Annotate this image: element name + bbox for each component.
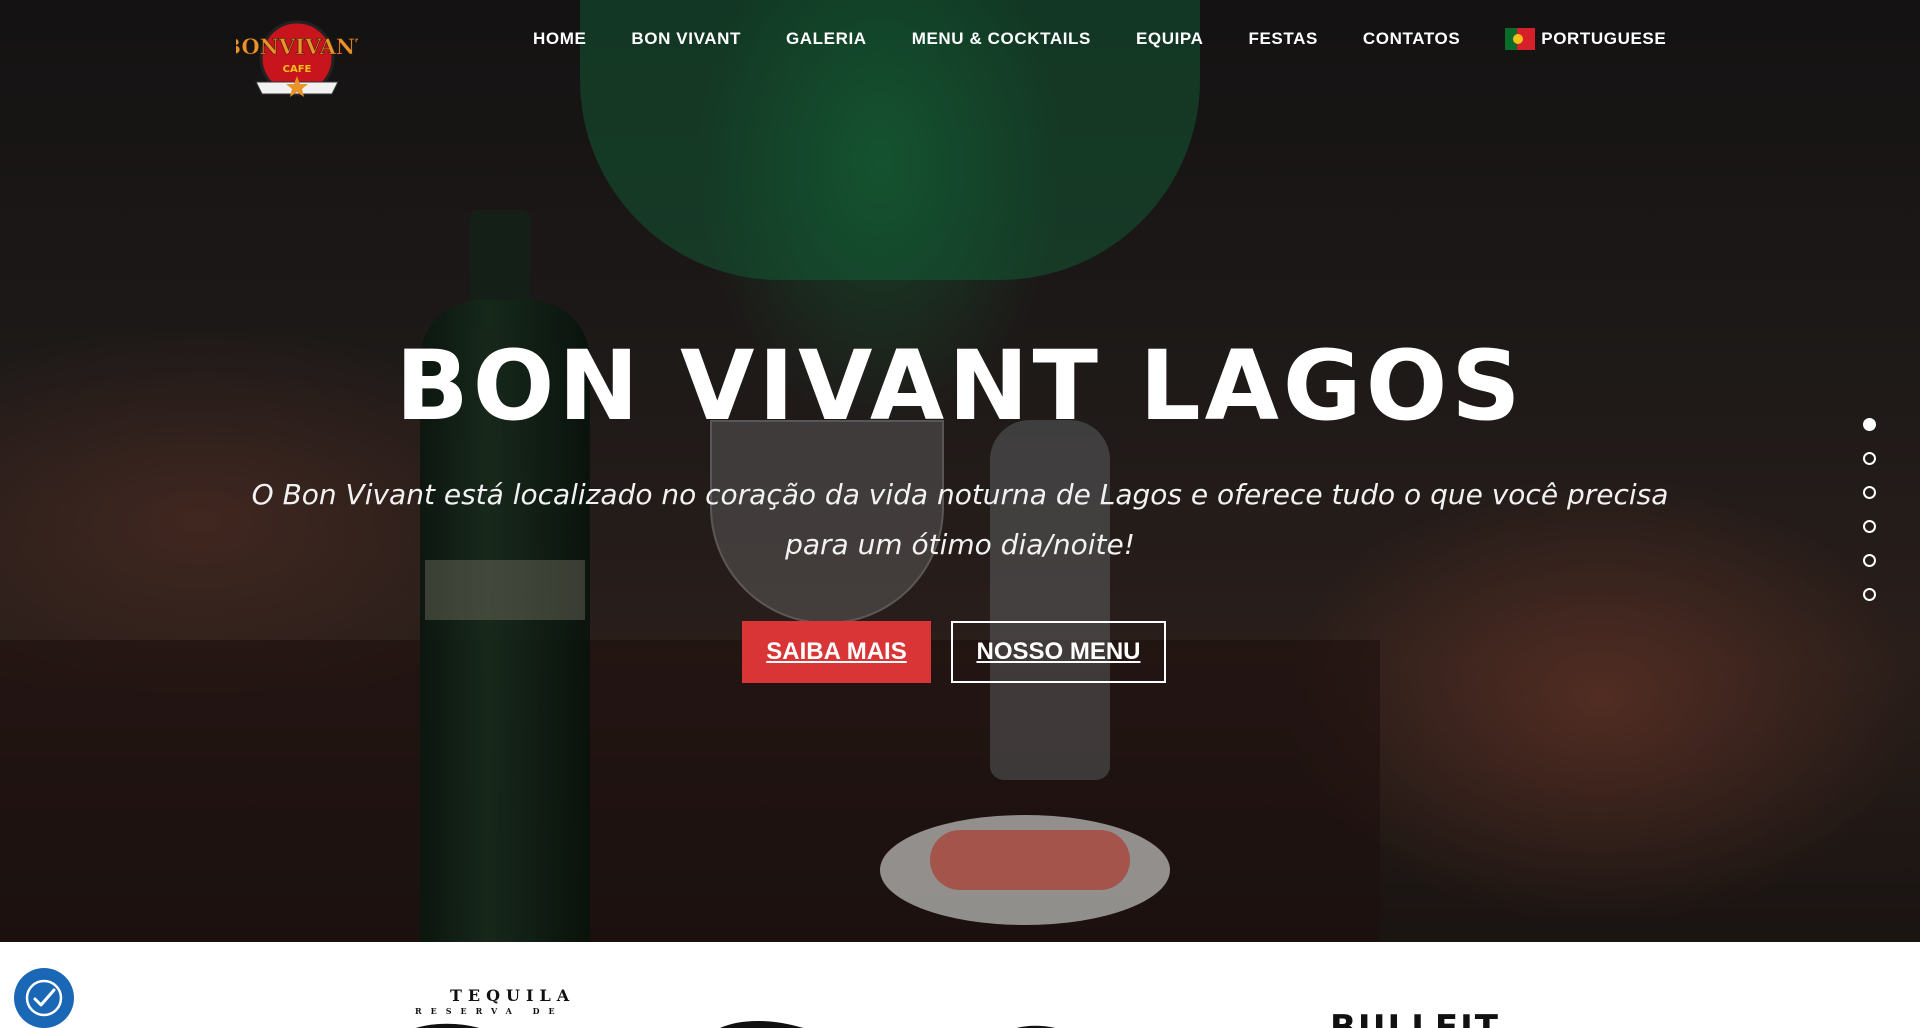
brand-logo-2 bbox=[720, 1021, 804, 1028]
brand-bulleit-text: BULLEIT bbox=[1330, 1008, 1500, 1028]
slider-dot-4[interactable] bbox=[1863, 520, 1876, 533]
nav-festas[interactable]: FESTAS bbox=[1249, 29, 1318, 49]
brand-tequila-text: TEQUILA bbox=[450, 986, 576, 1005]
logo-text: BONVIVANT bbox=[236, 34, 358, 59]
flag-pt-icon bbox=[1505, 28, 1536, 50]
language-label: PORTUGUESE bbox=[1541, 29, 1667, 48]
slider-dot-5[interactable] bbox=[1863, 554, 1876, 567]
nav-contatos[interactable]: CONTATOS bbox=[1363, 29, 1460, 49]
nosso-menu-button[interactable]: NOSSO MENU bbox=[951, 621, 1166, 683]
nav-home[interactable]: HOME bbox=[533, 29, 586, 49]
saiba-mais-button[interactable]: SAIBA MAIS bbox=[742, 621, 931, 683]
site-logo[interactable]: BONVIVANT CAFE bbox=[223, 14, 371, 104]
brand-strip: TEQUILA RESERVA DE BULLEIT bbox=[0, 942, 1920, 1028]
nav-menu-cocktails[interactable]: MENU & COCKTAILS bbox=[912, 29, 1091, 49]
hero-subtitle: O Bon Vivant está localizado no coração … bbox=[251, 478, 1669, 561]
slider-dot-6[interactable] bbox=[1863, 588, 1876, 601]
slider-dot-1[interactable] bbox=[1863, 418, 1876, 431]
slider-dot-2[interactable] bbox=[1863, 452, 1876, 465]
logo-subtext: CAFE bbox=[283, 64, 312, 75]
accessibility-icon bbox=[25, 979, 63, 1017]
brand-logo-1 bbox=[416, 1023, 479, 1028]
slider-dot-3[interactable] bbox=[1863, 486, 1876, 499]
language-selector[interactable]: PORTUGUESE bbox=[1505, 28, 1666, 50]
hero-title: BON VIVANT LAGOS bbox=[395, 330, 1525, 442]
main-nav: HOME BON VIVANT GALERIA MENU & COCKTAILS… bbox=[533, 28, 1666, 50]
nav-equipa[interactable]: EQUIPA bbox=[1136, 29, 1204, 49]
nav-bon-vivant[interactable]: BON VIVANT bbox=[631, 29, 741, 49]
logo-graphic: BONVIVANT CAFE bbox=[223, 20, 371, 97]
slider-dots bbox=[1863, 418, 1876, 622]
accessibility-button[interactable] bbox=[14, 968, 74, 1028]
brand-logo-3 bbox=[1016, 1025, 1056, 1028]
nav-galeria[interactable]: GALERIA bbox=[786, 29, 867, 49]
